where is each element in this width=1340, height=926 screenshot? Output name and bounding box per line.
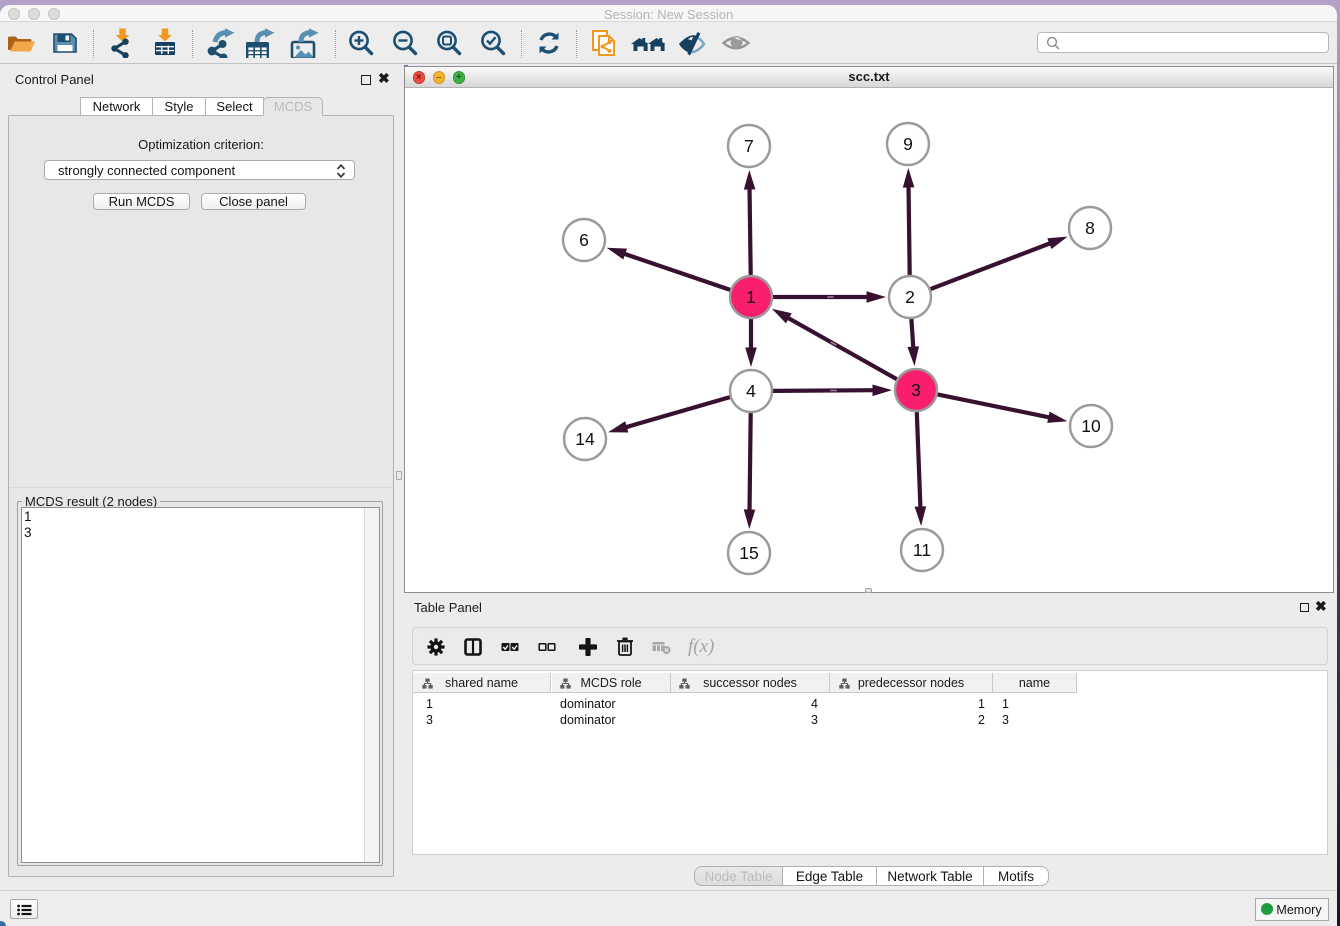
- svg-text:15: 15: [739, 543, 758, 563]
- svg-text:1: 1: [746, 287, 756, 307]
- svg-text:6: 6: [579, 230, 589, 250]
- svg-text:7: 7: [744, 136, 754, 156]
- svg-text:8: 8: [1085, 218, 1095, 238]
- svg-text:10: 10: [1081, 416, 1101, 436]
- svg-text:4: 4: [746, 381, 756, 401]
- svg-text:2: 2: [905, 287, 915, 307]
- svg-text:11: 11: [913, 540, 931, 560]
- svg-text:9: 9: [903, 134, 913, 154]
- svg-text:3: 3: [911, 380, 921, 400]
- svg-text:14: 14: [575, 429, 595, 449]
